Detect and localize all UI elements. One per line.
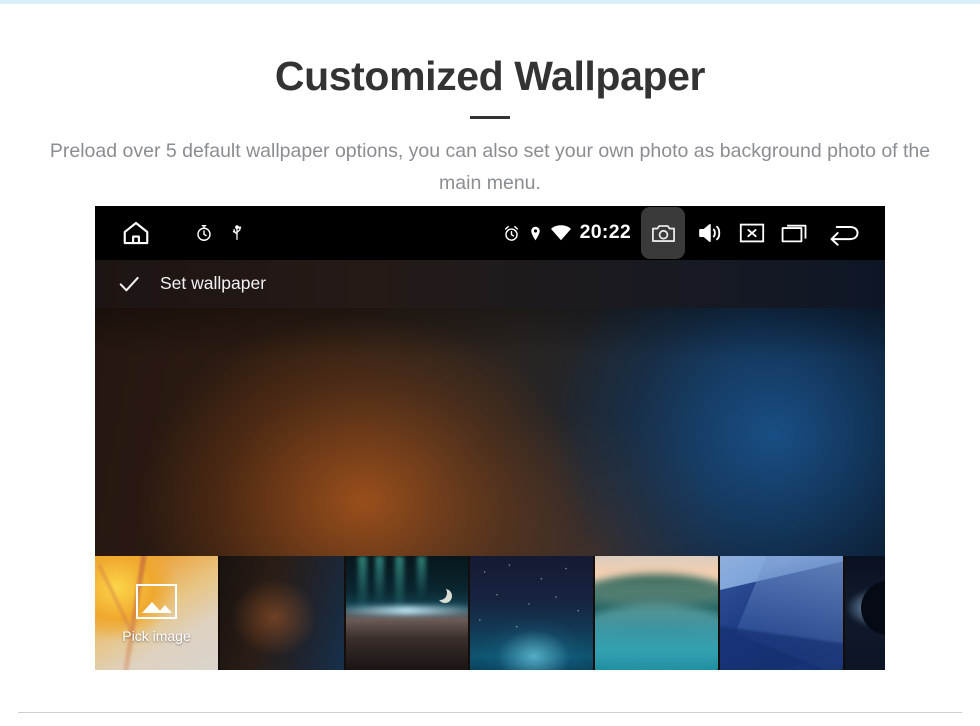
aurora-ray [358,556,368,609]
recents-icon[interactable] [773,221,817,245]
pick-image-label: Pick image [122,627,191,644]
alarm-icon [499,224,525,243]
thumbnail-wallpaper-3[interactable] [470,556,593,670]
aurora-ray [375,556,385,602]
pick-image-content: Pick image [95,556,218,670]
star-field [470,556,593,670]
status-bar-left-group [95,218,248,248]
aurora-ray [394,556,404,611]
thumbnail-wallpaper-2[interactable] [346,556,468,670]
status-bar-right-group: 20:22 [499,207,885,259]
bottom-divider [18,712,962,713]
thumbnail-pick-image[interactable]: Pick image [95,556,218,670]
horizon-glow [346,606,468,616]
image-icon [136,583,177,619]
back-icon[interactable] [817,221,873,246]
thumbnail-wallpaper-1[interactable] [220,556,344,670]
device-screenshot: 20:22 Set wallpaper Pick image [95,206,885,670]
set-wallpaper-action-bar[interactable]: Set wallpaper [95,260,885,308]
headline-block: Customized Wallpaper Preload over 5 defa… [0,52,980,200]
android-status-bar: 20:22 [95,206,885,260]
close-app-icon[interactable] [731,221,773,245]
status-bar-clock: 20:22 [579,221,631,244]
page-subtitle: Preload over 5 default wallpaper options… [49,140,931,194]
aurora-ray [416,556,426,598]
thumbnail-wallpaper-5[interactable] [720,556,843,670]
check-icon[interactable] [116,271,142,297]
top-accent-bar [0,0,980,4]
timer-icon[interactable] [190,223,218,243]
home-icon[interactable] [116,218,156,248]
set-wallpaper-label: Set wallpaper [160,273,267,294]
wallpaper-thumbnail-strip: Pick image [95,556,885,670]
usb-icon[interactable] [226,223,248,243]
title-divider [470,116,510,120]
wifi-icon [547,224,575,242]
camera-icon[interactable] [641,207,685,259]
thumbnail-wallpaper-4[interactable] [595,556,718,670]
volume-icon[interactable] [689,220,731,246]
wave-band [595,603,718,670]
eclipse-disc [861,581,885,636]
location-icon [525,224,547,243]
page-title: Customized Wallpaper [274,53,706,99]
thumbnail-wallpaper-6[interactable] [845,556,885,670]
moon-crescent [433,586,447,600]
image-icon-mountain-2 [158,604,172,613]
